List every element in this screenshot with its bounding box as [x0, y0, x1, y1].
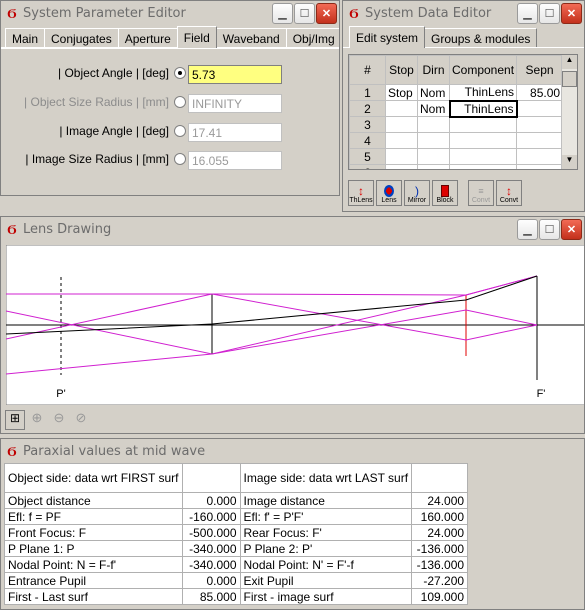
table-row: First - Last surf 85.000 First - image sur…	[4, 588, 469, 605]
image-size-radio[interactable]	[174, 153, 186, 165]
data-tabs: Edit system Groups & modules	[343, 26, 584, 48]
thinlens-button[interactable]: ↕ ThLens	[348, 180, 374, 206]
object-size-label: | Object Size Radius | [mm]	[24, 95, 169, 109]
lens-drawing-title: Lens Drawing	[23, 222, 112, 237]
object-size-radio[interactable]	[174, 96, 186, 108]
convert-disabled-button[interactable]: ≡ Convt	[468, 180, 494, 206]
table-row[interactable]: 3	[349, 116, 564, 133]
data-editor-title: System Data Editor	[365, 6, 492, 21]
focus-label: F'	[537, 388, 546, 400]
drawing-toolbar: ⊞ ⊕ ⊖ ⊘	[5, 410, 91, 430]
minimize-button[interactable]: ▁	[517, 3, 538, 24]
selected-cell[interactable]: ThinLens	[448, 99, 518, 118]
col-header-index[interactable]: #	[349, 55, 386, 85]
table-row: P Plane 1: P -340.000 P Plane 2: P' -136.00…	[4, 540, 469, 557]
paraxial-table: Object side: data wrt FIRST surf Image s…	[4, 463, 469, 605]
table-row[interactable]: 2 Nom ThinLens	[349, 99, 564, 118]
col-header-dirn[interactable]: Dirn	[417, 55, 450, 85]
maximize-button[interactable]: ☐	[539, 3, 560, 24]
table-row[interactable]: 1 Stop Nom ThinLens 85.00	[349, 84, 564, 101]
paraxial-titlebar[interactable]: Ϭ Paraxial values at mid wave	[1, 439, 584, 464]
lens-icon	[384, 185, 394, 197]
object-angle-label: | Object Angle | [deg]	[58, 66, 169, 80]
object-side-header: Object side: data wrt FIRST surf	[4, 463, 183, 493]
scroll-down-icon[interactable]: ▼	[562, 155, 577, 169]
lens-button[interactable]: Lens	[376, 180, 402, 206]
convert-icon: ↕	[506, 184, 512, 198]
paraxial-title: Paraxial values at mid wave	[23, 444, 206, 459]
lens-drawing-canvas[interactable]: P' F'	[6, 245, 585, 405]
image-angle-row: | Image Angle | [deg]	[1, 124, 186, 138]
table-row: Object distance 0.000 Image distance 24.000	[4, 492, 469, 509]
param-editor-title: System Parameter Editor	[23, 6, 186, 21]
table-row: Front Focus: F -500.000 Rear Focus: F' 24.0…	[4, 524, 469, 541]
object-angle-radio[interactable]	[174, 67, 186, 79]
system-data-grid: # Stop Dirn Component Sepn 1 Stop Nom Th…	[348, 54, 578, 170]
entrance-pupil-label: P'	[56, 388, 65, 400]
lens-drawing-window: Ϭ Lens Drawing ▁ ☐ ✕ P' F' ⊞ ⊕ ⊖ ⊘	[0, 216, 585, 434]
close-button[interactable]: ✕	[316, 3, 337, 24]
image-size-input[interactable]	[188, 151, 282, 170]
thinlens-icon: ↕	[358, 184, 364, 198]
mirror-icon: )	[415, 184, 419, 198]
app-logo-icon: Ϭ	[7, 444, 17, 460]
col-header-sepn[interactable]: Sepn	[516, 55, 564, 85]
scroll-up-icon[interactable]: ▲	[562, 55, 577, 69]
grid-scrollbar[interactable]: ▲ ▼	[561, 55, 577, 169]
convert-button[interactable]: ↕ Convt	[496, 180, 522, 206]
block-button[interactable]: Block	[432, 180, 458, 206]
mirror-button[interactable]: ) Mirror	[404, 180, 430, 206]
image-angle-radio[interactable]	[174, 125, 186, 137]
table-row: Nodal Point: N = F-f' -340.000 Nodal Point…	[4, 556, 469, 573]
image-angle-label: | Image Angle | [deg]	[59, 124, 169, 138]
app-logo-icon: Ϭ	[7, 6, 17, 22]
image-size-row: | Image Size Radius | [mm]	[1, 152, 186, 166]
maximize-button[interactable]: ☐	[539, 219, 560, 240]
param-tabs: Main Conjugates Aperture Field Waveband …	[1, 26, 339, 48]
table-row: Entrance Pupil 0.000 Exit Pupil -27.200	[4, 572, 469, 589]
image-size-label: | Image Size Radius | [mm]	[25, 152, 169, 166]
tab-obj-img[interactable]: Obj/Img	[285, 28, 339, 47]
component-toolbar: ↕ ThLens Lens ) Mirror Block ≡ Convt ↕ Convt	[348, 180, 522, 206]
layout-tool-button[interactable]: ⊞	[5, 410, 25, 430]
close-button[interactable]: ✕	[561, 3, 582, 24]
zoom-fit-button[interactable]: ⊘	[71, 410, 91, 430]
object-size-row: | Object Size Radius | [mm]	[1, 95, 186, 109]
lens-drawing-titlebar[interactable]: Ϭ Lens Drawing ▁ ☐ ✕	[1, 217, 584, 242]
param-editor-titlebar[interactable]: Ϭ System Parameter Editor ▁ ☐ ✕	[1, 1, 339, 26]
app-logo-icon: Ϭ	[349, 6, 359, 22]
zoom-out-button[interactable]: ⊖	[49, 410, 69, 430]
table-row: Efl: f = PF -160.000 Efl: f' = P'F' 160.000	[4, 508, 469, 525]
object-size-input[interactable]	[188, 94, 282, 113]
minimize-button[interactable]: ▁	[272, 3, 293, 24]
scroll-thumb[interactable]	[562, 71, 577, 87]
close-button[interactable]: ✕	[561, 219, 582, 240]
table-row[interactable]: 6	[349, 164, 564, 169]
object-angle-input[interactable]	[188, 65, 282, 84]
grid-header-row: # Stop Dirn Component Sepn	[349, 55, 564, 85]
minimize-button[interactable]: ▁	[517, 219, 538, 240]
tab-field[interactable]: Field	[176, 26, 217, 48]
col-header-component[interactable]: Component	[448, 55, 518, 85]
tab-main[interactable]: Main	[5, 28, 46, 47]
block-icon	[441, 185, 449, 197]
table-row[interactable]: 5	[349, 148, 564, 165]
tab-edit-system[interactable]: Edit system	[349, 26, 426, 48]
tab-groups-modules[interactable]: Groups & modules	[424, 28, 538, 47]
image-angle-input[interactable]	[188, 123, 282, 142]
tab-aperture[interactable]: Aperture	[117, 28, 178, 47]
object-angle-row: | Object Angle | [deg]	[1, 66, 186, 80]
image-side-header: Image side: data wrt LAST surf	[239, 463, 413, 493]
data-editor-titlebar[interactable]: Ϭ System Data Editor ▁ ☐ ✕	[343, 1, 584, 26]
tab-conjugates[interactable]: Conjugates	[44, 28, 119, 47]
app-logo-icon: Ϭ	[7, 222, 17, 238]
convert-disabled-icon: ≡	[478, 186, 484, 196]
paraxial-header-row: Object side: data wrt FIRST surf Image s…	[4, 463, 469, 493]
maximize-button[interactable]: ☐	[294, 3, 315, 24]
col-header-stop[interactable]: Stop	[385, 55, 418, 85]
system-parameter-editor-window: Ϭ System Parameter Editor ▁ ☐ ✕ Main Con…	[0, 0, 340, 196]
zoom-in-button[interactable]: ⊕	[27, 410, 47, 430]
tab-waveband[interactable]: Waveband	[215, 28, 287, 47]
table-row[interactable]: 4	[349, 132, 564, 149]
